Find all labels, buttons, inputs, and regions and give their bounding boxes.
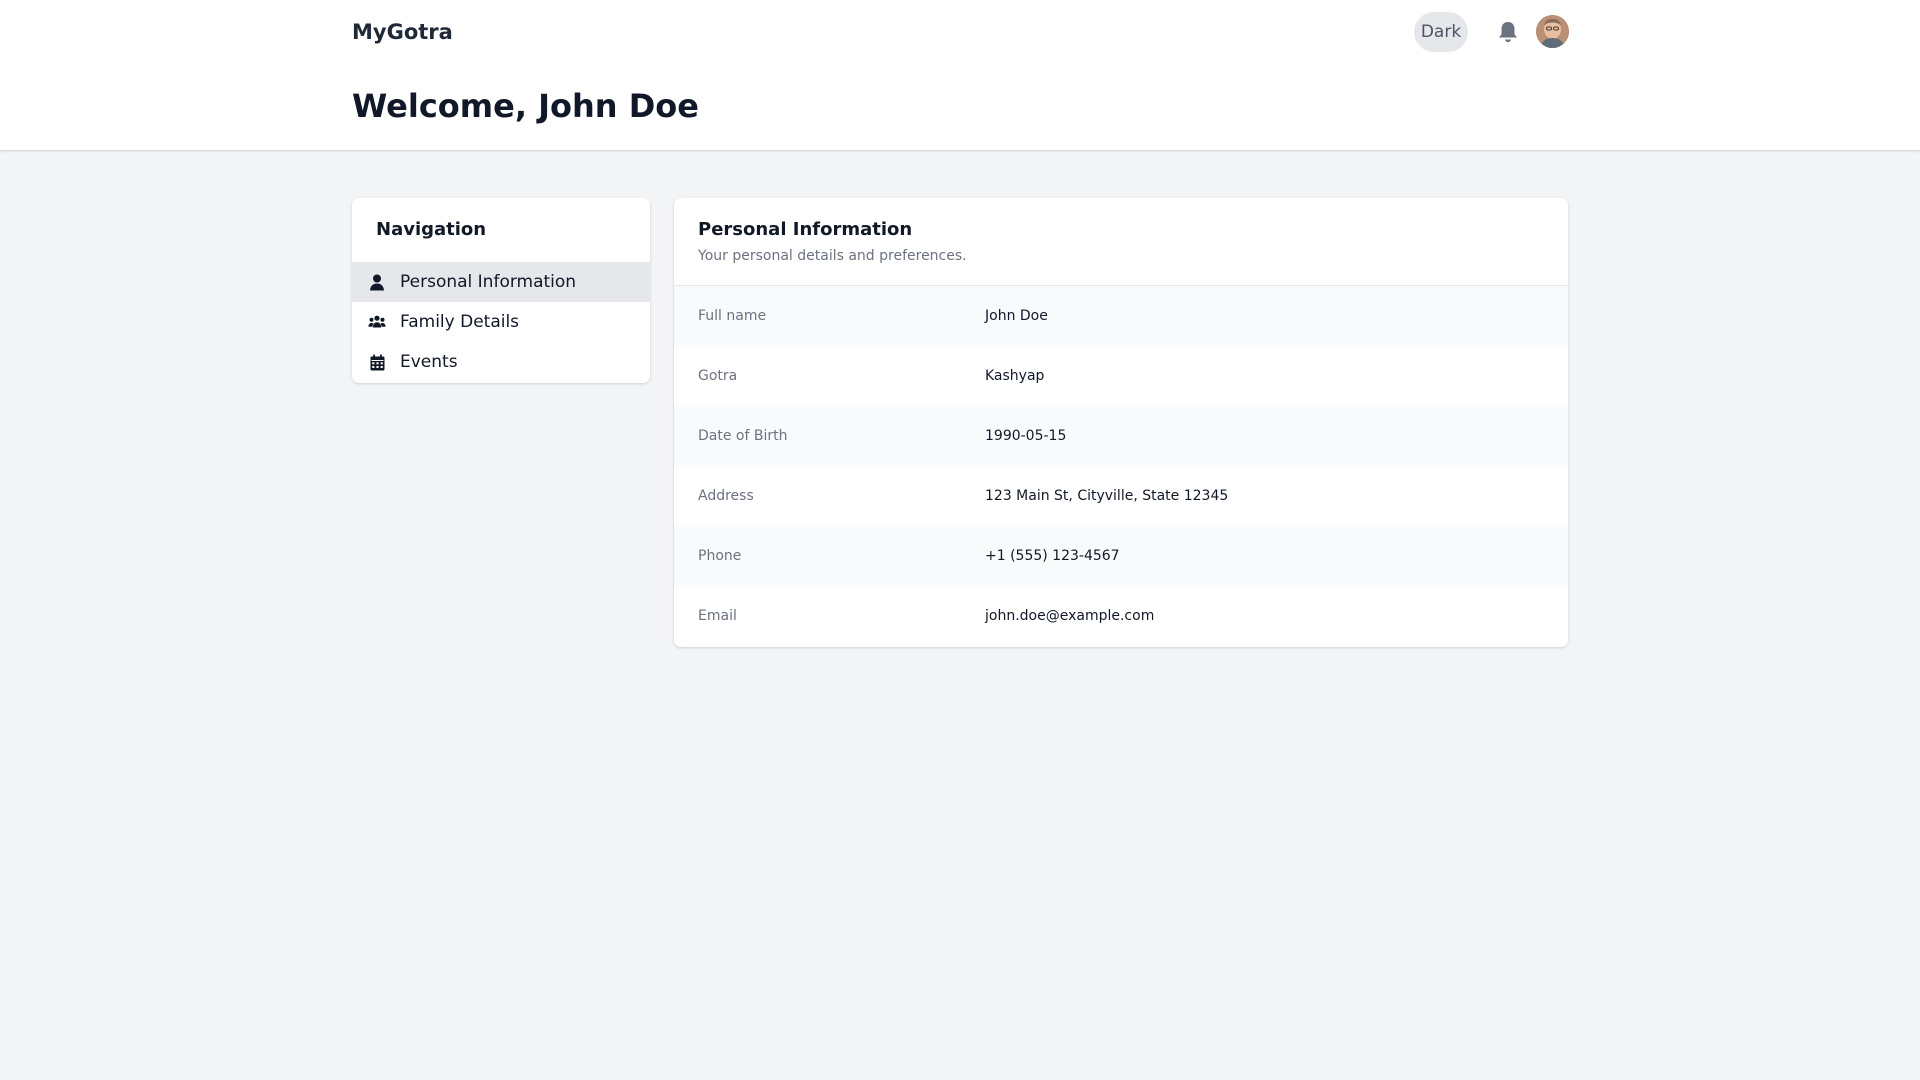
nav-item-label: Events xyxy=(400,352,458,372)
info-value: John Doe xyxy=(985,308,1048,324)
navigation-heading: Navigation xyxy=(376,219,487,240)
avatar-image xyxy=(1536,15,1569,48)
info-label: Full name xyxy=(698,308,767,324)
info-label: Gotra xyxy=(698,368,738,384)
navigation-list: Personal Information Family Details Even… xyxy=(352,262,650,382)
info-row-phone: Phone +1 (555) 123-4567 xyxy=(674,526,1568,586)
user-avatar[interactable] xyxy=(1536,15,1569,48)
personal-information-header: Personal Information Your personal detai… xyxy=(674,198,1568,286)
personal-information-subtitle: Your personal details and preferences. xyxy=(698,248,967,264)
info-value: Kashyap xyxy=(985,368,1045,384)
personal-information-title: Personal Information xyxy=(698,219,913,240)
nav-item-family-details[interactable]: Family Details xyxy=(352,302,650,342)
info-label: Email xyxy=(698,608,737,624)
calendar-icon xyxy=(368,353,386,371)
users-icon xyxy=(368,313,386,331)
user-icon xyxy=(368,273,386,291)
info-value: 123 Main St, Cityville, State 12345 xyxy=(985,488,1229,504)
personal-information-card: Personal Information Your personal detai… xyxy=(674,198,1568,647)
brand-logo[interactable]: MyGotra xyxy=(352,18,453,46)
bell-icon[interactable] xyxy=(1494,18,1522,46)
info-row-full-name: Full name John Doe xyxy=(674,286,1568,346)
info-row-date-of-birth: Date of Birth 1990-05-15 xyxy=(674,406,1568,466)
nav-item-label: Family Details xyxy=(400,312,520,332)
info-value: +1 (555) 123-4567 xyxy=(985,548,1120,564)
info-row-email: Email john.doe@example.com xyxy=(674,586,1568,646)
page-title: Welcome, John Doe xyxy=(352,87,699,125)
info-value: 1990-05-15 xyxy=(985,428,1067,444)
info-row-gotra: Gotra Kashyap xyxy=(674,346,1568,406)
info-value: john.doe@example.com xyxy=(985,608,1155,624)
personal-information-list: Full name John Doe Gotra Kashyap Date of… xyxy=(674,286,1568,646)
nav-item-personal-information[interactable]: Personal Information xyxy=(352,262,650,302)
navigation-card: Navigation Personal Information Family D… xyxy=(352,198,650,383)
info-row-address: Address 123 Main St, Cityville, State 12… xyxy=(674,466,1568,526)
nav-item-events[interactable]: Events xyxy=(352,342,650,382)
info-label: Address xyxy=(698,488,754,504)
dark-mode-toggle-button[interactable]: Dark xyxy=(1414,12,1468,52)
info-label: Phone xyxy=(698,548,742,564)
info-label: Date of Birth xyxy=(698,428,788,444)
top-header: MyGotra Dark Welcome, John Doe xyxy=(0,0,1920,150)
bell-icon-svg xyxy=(1499,22,1517,43)
nav-item-label: Personal Information xyxy=(400,272,577,292)
